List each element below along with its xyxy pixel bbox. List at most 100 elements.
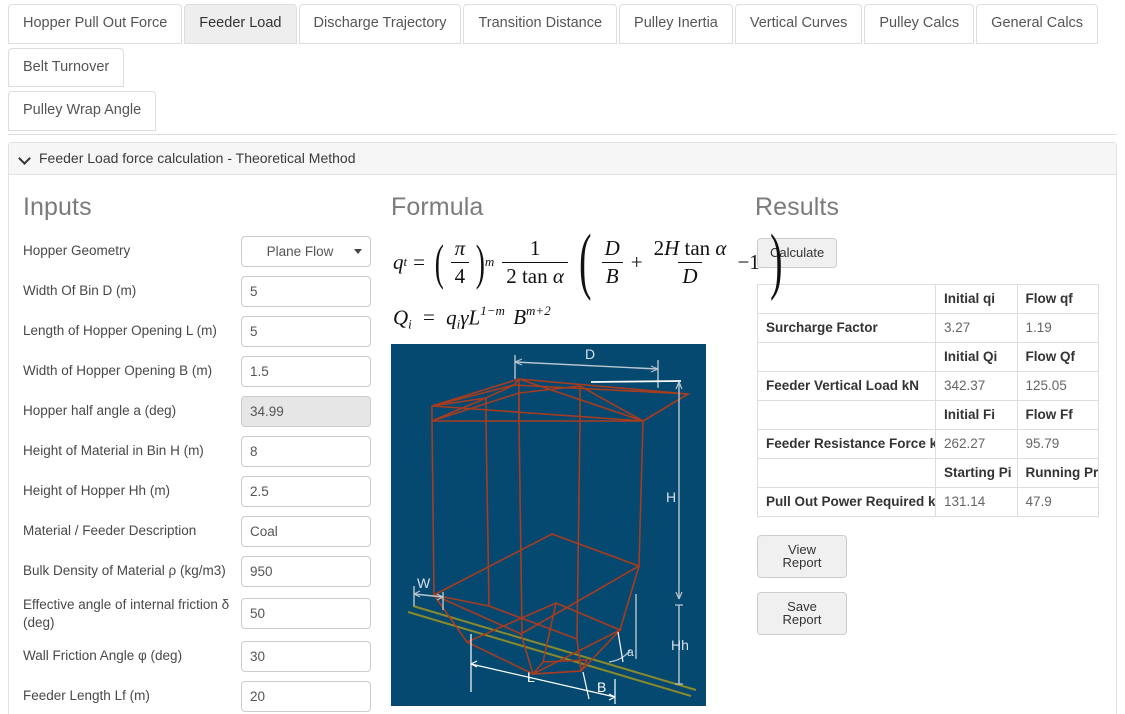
results-column: Results Calculate Initial qi Flow qf Sur… (755, 193, 1115, 714)
hopper-geometry-select[interactable]: Plane Flow (241, 235, 371, 267)
length-of-hopper-opening-l-input[interactable] (241, 315, 371, 347)
tab-discharge-trajectory[interactable]: Discharge Trajectory (298, 4, 462, 44)
sketch-label-Hh: Hh (671, 637, 689, 653)
formula-column: Formula qt = ( π 4 ) m 1 2 tan α (D B +… (391, 192, 782, 714)
inputs-column: Inputs Hopper Geometry Plane Flow Width … (9, 193, 391, 714)
table-row: Feeder Resistance Force kN 262.27 95.79 (757, 428, 1099, 459)
results-table: Initial qi Flow qf Surcharge Factor 3.27… (757, 283, 1099, 517)
row-label (757, 341, 936, 372)
field-label: Width Of Bin D (m) (23, 282, 137, 298)
field-hopper-geometry: Hopper Geometry Plane Flow (23, 235, 391, 267)
tab-general-calcs[interactable]: General Calcs (976, 4, 1099, 44)
row-value-initial: 3.27 (935, 312, 1018, 343)
field-label: Length of Hopper Opening L (m) (23, 322, 217, 338)
tab-belt-turnover[interactable]: Belt Turnover (8, 47, 125, 87)
tab-label: Pulley Inertia (634, 15, 718, 31)
height-of-hopper-hh-input[interactable] (241, 475, 371, 507)
table-row: Surcharge Factor 3.27 1.19 (757, 312, 1099, 343)
inputs-heading: Inputs (23, 192, 92, 221)
sketch-label-a: a (627, 645, 634, 659)
row-value-initial: 262.27 (935, 428, 1018, 459)
width-of-bin-d-input[interactable] (241, 275, 371, 307)
table-row: Pull Out Power Required kW 131.14 47.9 (757, 486, 1099, 517)
field-label: Bulk Density of Material ρ (kg/m3) (23, 562, 226, 578)
hopper-feeder-3d-sketch: D H Hh W L B a (391, 344, 706, 707)
field-label: Wall Friction Angle φ (deg) (23, 648, 183, 664)
tab-label: Transition Distance (478, 15, 603, 31)
sketch-figure: D H Hh W L B a (391, 344, 755, 707)
tab-label: Feeder Load (199, 15, 282, 31)
field-label: Width of Hopper Opening B (m) (23, 362, 213, 378)
panel-title: Feeder Load force calculation - Theoreti… (39, 149, 356, 166)
tab-feeder-load[interactable]: Feeder Load (184, 4, 297, 44)
tab-transition-distance[interactable]: Transition Distance (463, 4, 618, 44)
column-header-flow: Flow Ff (1016, 399, 1099, 430)
field-height-of-hopper-hh: Height of Hopper Hh (m) (23, 475, 391, 507)
sketch-label-B: B (597, 679, 606, 695)
row-label (757, 457, 936, 488)
column-header-running: Running Pr (1016, 457, 1099, 488)
field-hopper-half-angle-a: Hopper half angle a (deg) (23, 395, 391, 427)
tab-hopper-pull-out-force[interactable]: Hopper Pull Out Force (8, 4, 183, 44)
row-label (757, 283, 936, 314)
formula-heading: Formula (391, 192, 484, 221)
chevron-down-icon (19, 152, 31, 164)
row-label (757, 399, 936, 430)
tab-pulley-inertia[interactable]: Pulley Inertia (619, 4, 733, 44)
row-label: Surcharge Factor (757, 312, 936, 343)
tab-label: Pulley Wrap Angle (23, 102, 142, 118)
row-label: Feeder Resistance Force kN (757, 428, 936, 459)
save-report-button[interactable]: Save Report (757, 591, 847, 635)
row-label: Pull Out Power Required kW (757, 486, 936, 517)
field-label: Hopper Geometry (23, 242, 131, 258)
wall-friction-angle-input[interactable] (241, 640, 371, 672)
tab-label: Vertical Curves (749, 15, 848, 31)
calculate-button[interactable]: Calculate (757, 237, 838, 268)
field-label: Effective angle of internal friction δ (… (23, 596, 230, 630)
column-header-initial: Initial Qi (935, 341, 1018, 372)
results-heading: Results (755, 192, 840, 221)
column-header-initial: Initial Fi (935, 399, 1018, 430)
row-value-flow: 1.19 (1016, 312, 1099, 343)
material-feeder-description-input[interactable] (241, 515, 371, 547)
chevron-down-icon (354, 249, 362, 254)
tab-label: Pulley Calcs (879, 15, 960, 31)
panel-body: Inputs Hopper Geometry Plane Flow Width … (9, 175, 1116, 714)
tab-label: Hopper Pull Out Force (23, 15, 168, 31)
view-report-button[interactable]: View Report (757, 534, 847, 578)
effective-angle-internal-friction-input[interactable] (241, 598, 371, 630)
height-of-material-in-bin-h-input[interactable] (241, 435, 371, 467)
tab-bar: Hopper Pull Out Force Feeder Load Discha… (0, 0, 1125, 135)
field-label: Material / Feeder Description (23, 522, 197, 538)
row-value-starting: 131.14 (935, 486, 1018, 517)
formula-equation-2: Qi = qiγL1−m Bm+2 (393, 302, 551, 332)
feeder-length-lf-input[interactable] (241, 680, 371, 712)
width-of-hopper-opening-b-input[interactable] (241, 355, 371, 387)
select-value: Plane Flow (266, 243, 334, 259)
tab-vertical-curves[interactable]: Vertical Curves (734, 4, 863, 44)
feeder-load-panel: Feeder Load force calculation - Theoreti… (8, 141, 1117, 714)
tab-pulley-wrap-angle[interactable]: Pulley Wrap Angle (8, 91, 157, 131)
field-wall-friction-angle: Wall Friction Angle φ (deg) (23, 640, 391, 672)
field-length-of-hopper-opening-l: Length of Hopper Opening L (m) (23, 315, 391, 347)
report-buttons: View Report Save Report (757, 534, 1115, 635)
field-effective-angle-internal-friction: Effective angle of internal friction δ (… (23, 596, 391, 632)
tab-label: Belt Turnover (23, 58, 110, 75)
hopper-half-angle-a-input (241, 395, 371, 427)
row-value-running: 47.9 (1016, 486, 1099, 517)
table-row: Feeder Vertical Load kN 342.37 125.05 (757, 370, 1099, 401)
field-feeder-length-lf: Feeder Length Lf (m) (23, 680, 391, 712)
column-header-starting: Starting Pi (935, 457, 1018, 488)
sketch-label-D: D (585, 346, 595, 362)
row-value-flow: 125.05 (1016, 370, 1099, 401)
column-header-flow: Flow Qf (1016, 341, 1099, 372)
column-header-initial: Initial qi (935, 283, 1018, 314)
field-bulk-density: Bulk Density of Material ρ (kg/m3) (23, 555, 391, 587)
panel-header[interactable]: Feeder Load force calculation - Theoreti… (9, 142, 1116, 175)
tab-pulley-calcs[interactable]: Pulley Calcs (864, 4, 975, 44)
sketch-label-L: L (527, 669, 535, 685)
bulk-density-input[interactable] (241, 555, 371, 587)
row-label: Feeder Vertical Load kN (757, 370, 936, 401)
table-row: Initial Qi Flow Qf (757, 341, 1099, 372)
tab-label: General Calcs (991, 15, 1084, 31)
